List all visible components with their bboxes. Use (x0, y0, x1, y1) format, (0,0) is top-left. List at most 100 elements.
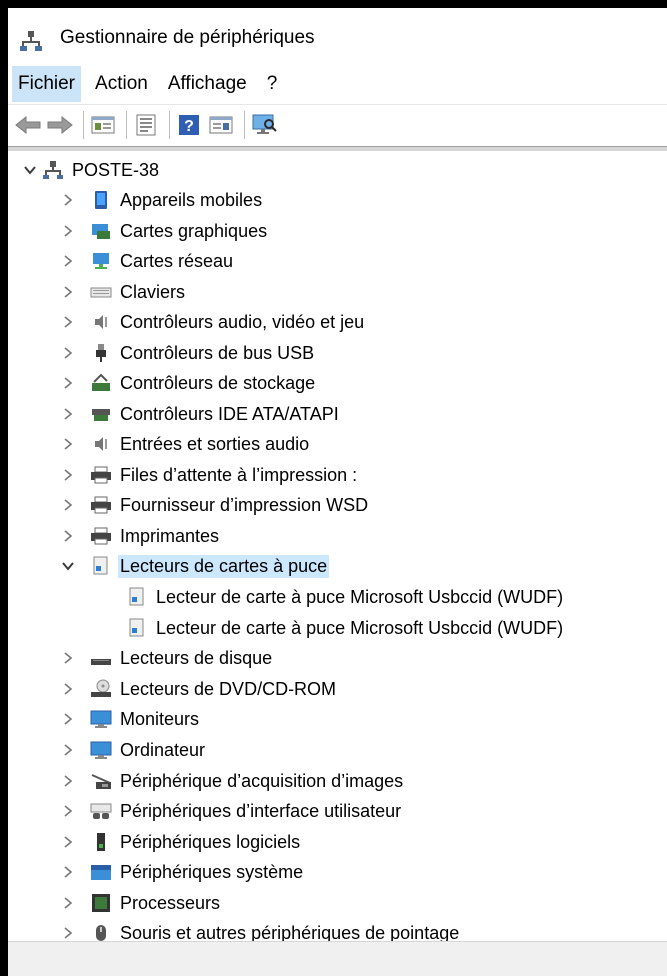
mouse-icon (90, 922, 112, 942)
chevron-right-icon[interactable] (60, 925, 76, 941)
tree-item-entrees-sorties-audio[interactable]: Entrées et sorties audio (60, 430, 311, 458)
toolbar-separator (126, 111, 127, 139)
chevron-right-icon[interactable] (60, 253, 76, 269)
tree-item-controleurs-usb[interactable]: Contrôleurs de bus USB (60, 339, 316, 367)
device-manager-app-icon (20, 30, 42, 52)
tree-item-files-attente[interactable]: Files d’attente à l’impression : (60, 461, 359, 489)
tree-root[interactable]: POSTE-38 (22, 156, 161, 184)
tree-item-souris[interactable]: Souris et autres périphériques de pointa… (60, 919, 461, 942)
chevron-right-icon[interactable] (60, 803, 76, 819)
computer-node-icon (42, 159, 64, 181)
monitor-icon (90, 708, 112, 730)
forward-arrow-icon[interactable] (46, 111, 74, 139)
tree-item-lecteur-usbccid-1[interactable]: Lecteur de carte à puce Microsoft Usbcci… (126, 583, 565, 611)
chevron-right-icon[interactable] (60, 834, 76, 850)
chevron-right-icon[interactable] (60, 711, 76, 727)
chevron-right-icon[interactable] (60, 895, 76, 911)
toolbar-separator (83, 111, 84, 139)
chevron-right-icon[interactable] (60, 528, 76, 544)
menu-action[interactable]: Action (89, 66, 154, 102)
menu-bar: Fichier Action Affichage ? (8, 66, 667, 102)
tree-item-lecteur-usbccid-2[interactable]: Lecteur de carte à puce Microsoft Usbcci… (126, 614, 565, 642)
tree-item-ordinateur[interactable]: Ordinateur (60, 736, 207, 764)
keyboard-icon (90, 281, 112, 303)
smart-card-reader-icon (126, 586, 148, 608)
pane-divider (8, 146, 667, 151)
back-arrow-icon[interactable] (14, 111, 42, 139)
device-tree: POSTE-38 Appareils mobiles Cartes graphi… (8, 156, 667, 942)
tree-item-controleurs-audio[interactable]: Contrôleurs audio, vidéo et jeu (60, 308, 366, 336)
smart-card-reader-icon (126, 617, 148, 639)
storage-controller-icon (90, 372, 112, 394)
usb-plug-icon (90, 342, 112, 364)
tree-item-controleurs-ide[interactable]: Contrôleurs IDE ATA/ATAPI (60, 400, 341, 428)
chevron-right-icon[interactable] (60, 681, 76, 697)
device-manager-window: Gestionnaire de périphériques Fichier Ac… (8, 8, 667, 976)
smart-card-reader-icon (90, 555, 112, 577)
tree-item-cartes-reseau[interactable]: Cartes réseau (60, 247, 235, 275)
menu-affichage[interactable]: Affichage (162, 66, 253, 102)
tree-item-controleurs-stockage[interactable]: Contrôleurs de stockage (60, 369, 317, 397)
toolbar: ? (8, 104, 667, 145)
scan-hardware-icon[interactable] (250, 111, 278, 139)
printer-icon (90, 494, 112, 516)
window-title: Gestionnaire de périphériques (60, 27, 315, 48)
toolbar-separator (244, 111, 245, 139)
menu-fichier[interactable]: Fichier (12, 66, 82, 102)
software-device-icon (90, 831, 112, 853)
ide-controller-icon (90, 403, 112, 425)
chevron-right-icon[interactable] (60, 284, 76, 300)
chevron-right-icon[interactable] (60, 467, 76, 483)
chevron-right-icon[interactable] (60, 314, 76, 330)
menu-help[interactable]: ? (261, 66, 284, 102)
tree-item-lecteurs-cartes-puce[interactable]: Lecteurs de cartes à puce (60, 552, 330, 580)
tree-item-appareils-mobiles[interactable]: Appareils mobiles (60, 186, 264, 214)
printer-icon (90, 525, 112, 547)
speaker-icon (90, 433, 112, 455)
speaker-icon (90, 311, 112, 333)
scanner-icon (90, 770, 112, 792)
chevron-right-icon[interactable] (60, 497, 76, 513)
system-device-icon (90, 861, 112, 883)
chevron-down-icon[interactable] (60, 558, 76, 574)
disk-drive-icon (90, 647, 112, 669)
chevron-right-icon[interactable] (60, 436, 76, 452)
processor-icon (90, 892, 112, 914)
chevron-right-icon[interactable] (60, 192, 76, 208)
status-bar (8, 941, 667, 976)
printer-icon (90, 464, 112, 486)
help-icon[interactable]: ? (175, 111, 203, 139)
mobile-device-icon (90, 189, 112, 211)
chevron-right-icon[interactable] (60, 375, 76, 391)
tree-item-fournisseur-wsd[interactable]: Fournisseur d’impression WSD (60, 491, 370, 519)
tree-item-systeme[interactable]: Périphériques système (60, 858, 305, 886)
chevron-right-icon[interactable] (60, 864, 76, 880)
chevron-right-icon[interactable] (60, 406, 76, 422)
tree-item-lecteurs-disque[interactable]: Lecteurs de disque (60, 644, 274, 672)
chevron-right-icon[interactable] (60, 650, 76, 666)
tree-item-claviers[interactable]: Claviers (60, 278, 187, 306)
properties-icon[interactable] (132, 111, 160, 139)
network-adapter-icon (90, 250, 112, 272)
tree-item-lecteurs-dvd[interactable]: Lecteurs de DVD/CD-ROM (60, 675, 338, 703)
tree-item-acquisition-images[interactable]: Périphérique d’acquisition d’images (60, 767, 405, 795)
tree-item-processeurs[interactable]: Processeurs (60, 889, 222, 917)
tree-item-cartes-graphiques[interactable]: Cartes graphiques (60, 217, 269, 245)
tree-item-moniteurs[interactable]: Moniteurs (60, 705, 201, 733)
computer-icon (90, 739, 112, 761)
chevron-down-icon[interactable] (22, 162, 38, 178)
chevron-right-icon[interactable] (60, 345, 76, 361)
dvd-drive-icon (90, 678, 112, 700)
chevron-right-icon[interactable] (60, 742, 76, 758)
tree-item-imprimantes[interactable]: Imprimantes (60, 522, 221, 550)
toolbar-separator (169, 111, 170, 139)
tree-item-logiciels[interactable]: Périphériques logiciels (60, 828, 302, 856)
title-bar: Gestionnaire de périphériques (8, 8, 667, 64)
hid-icon (90, 800, 112, 822)
svg-text:?: ? (184, 118, 194, 135)
tree-item-interface-utilisateur[interactable]: Périphériques d’interface utilisateur (60, 797, 403, 825)
chevron-right-icon[interactable] (60, 773, 76, 789)
update-driver-icon[interactable] (207, 111, 235, 139)
chevron-right-icon[interactable] (60, 223, 76, 239)
show-hide-tree-icon[interactable] (89, 111, 117, 139)
